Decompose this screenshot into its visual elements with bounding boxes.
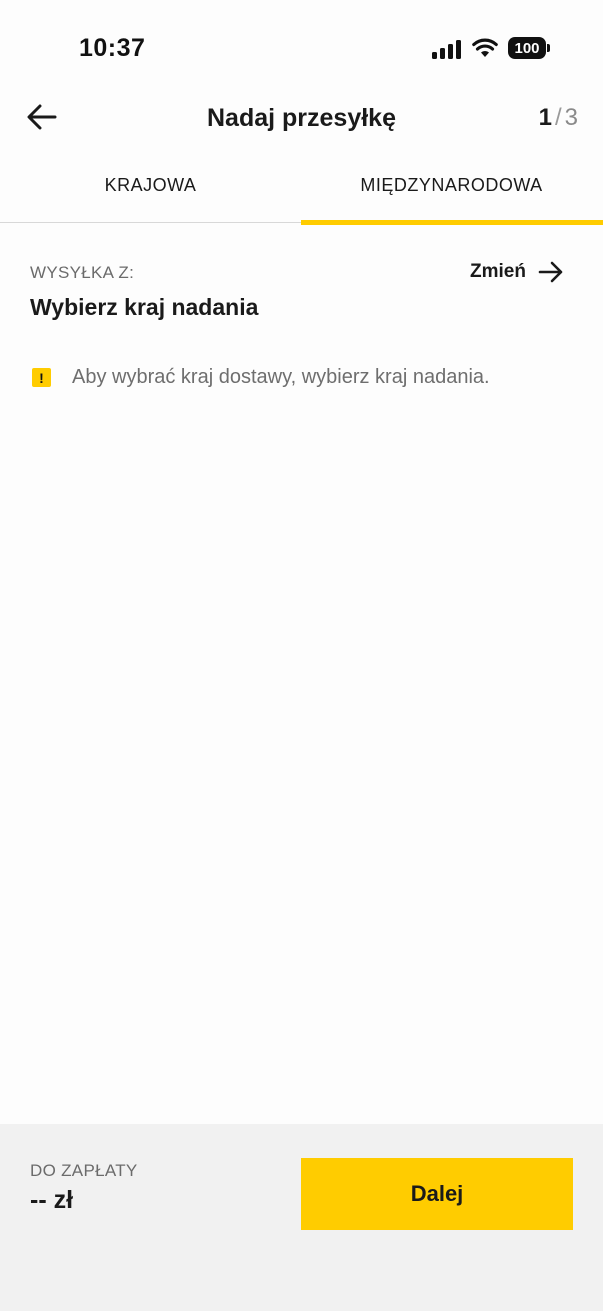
status-time: 10:37 bbox=[79, 34, 146, 62]
pay-amount: -- zł bbox=[30, 1186, 74, 1214]
shipment-type-tabs: KRAJOWA MIĘDZYNARODOWA bbox=[0, 163, 603, 225]
screen: 10:37 100 Nadaj przesyłkę 1/3 KRAJOWA MI… bbox=[0, 0, 603, 1311]
warning-icon: ! bbox=[32, 368, 51, 387]
header: Nadaj przesyłkę 1/3 bbox=[0, 90, 603, 146]
status-bar: 10:37 100 bbox=[0, 0, 603, 90]
battery-icon: 100 bbox=[508, 37, 550, 59]
warning-text: Aby wybrać kraj dostawy, wybierz kraj na… bbox=[72, 366, 490, 388]
change-label: Zmień bbox=[470, 261, 526, 282]
wifi-icon bbox=[472, 38, 498, 57]
step-current: 1 bbox=[538, 104, 552, 131]
battery-tip bbox=[547, 44, 550, 52]
page-title: Nadaj przesyłkę bbox=[207, 104, 396, 132]
warning-message: ! Aby wybrać kraj dostawy, wybierz kraj … bbox=[32, 366, 490, 389]
arrow-right-icon bbox=[538, 261, 563, 283]
battery-level: 100 bbox=[508, 37, 546, 59]
payment-footer: DO ZAPŁATY -- zł Dalej bbox=[0, 1124, 603, 1311]
next-button[interactable]: Dalej bbox=[301, 1158, 573, 1230]
step-total: 3 bbox=[564, 104, 578, 131]
origin-label: WYSYŁKA Z: bbox=[30, 263, 135, 282]
signal-icon bbox=[432, 40, 461, 59]
pay-label: DO ZAPŁATY bbox=[30, 1161, 138, 1180]
step-separator: / bbox=[554, 104, 562, 131]
step-indicator: 1/3 bbox=[539, 104, 578, 132]
tab-domestic[interactable]: KRAJOWA bbox=[0, 163, 301, 223]
tab-international-label: MIĘDZYNARODOWA bbox=[360, 175, 543, 195]
change-origin-button[interactable]: Zmień bbox=[470, 258, 564, 286]
active-tab-indicator bbox=[301, 220, 603, 225]
tab-international[interactable]: MIĘDZYNARODOWA bbox=[301, 163, 602, 225]
origin-country-value[interactable]: Wybierz kraj nadania bbox=[30, 294, 258, 321]
tab-domestic-label: KRAJOWA bbox=[104, 175, 197, 195]
